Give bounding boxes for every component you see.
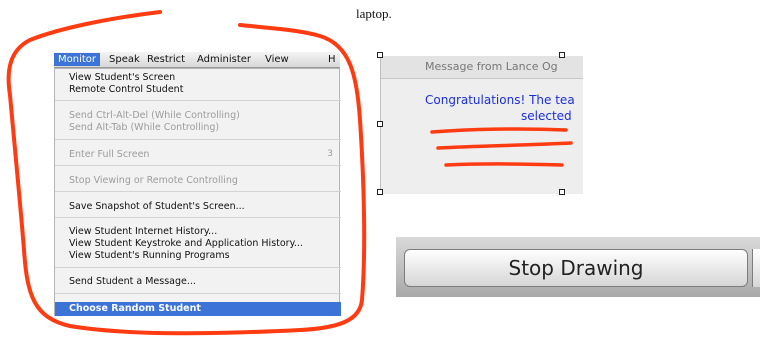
annotation-circle — [6, 10, 367, 336]
annotation-underline — [436, 141, 573, 150]
annotation-underline — [444, 162, 564, 167]
annotation-underline — [430, 127, 568, 134]
annotation-layer — [6, 10, 573, 336]
